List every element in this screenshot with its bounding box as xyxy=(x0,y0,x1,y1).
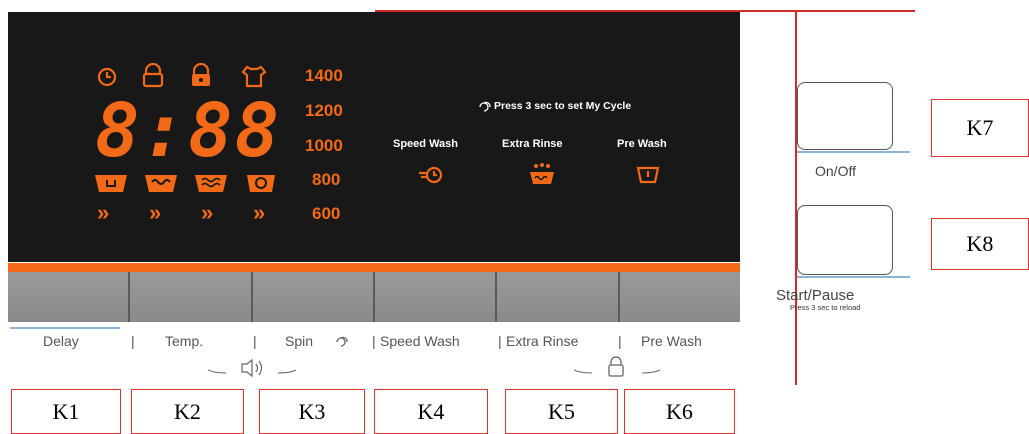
key-label-k7: K7 xyxy=(931,99,1029,157)
key-label-k3: K3 xyxy=(259,389,365,434)
arrow-icon: » xyxy=(149,200,162,225)
tub-hot-icon xyxy=(195,175,227,192)
sound-combo-hint xyxy=(208,358,297,378)
separator: | xyxy=(253,333,257,349)
separator: | xyxy=(372,333,376,349)
start-pause-button[interactable] xyxy=(797,205,893,275)
key-label-k6: K6 xyxy=(624,389,735,434)
key-label-k5: K5 xyxy=(505,389,618,434)
separator: | xyxy=(498,333,502,349)
child-lock-icon xyxy=(192,63,210,86)
label-pre-wash: Pre Wash xyxy=(641,333,702,349)
option-label-speed-wash: Speed Wash xyxy=(393,138,458,150)
lock-icon xyxy=(142,63,164,88)
child-lock-combo-hint xyxy=(574,356,661,377)
label-temp: Temp. xyxy=(165,333,204,349)
spin-speed-600: 600 xyxy=(312,204,341,223)
spin-speed-1200: 1200 xyxy=(305,101,343,120)
on-off-label: On/Off xyxy=(815,163,856,179)
tub-icon xyxy=(95,175,127,192)
label-extra-rinse: Extra Rinse xyxy=(506,333,579,349)
delay-button[interactable] xyxy=(8,272,129,322)
time-display: 8:88 xyxy=(95,94,281,168)
lock-small-icon xyxy=(608,356,624,377)
pre-wash-icon xyxy=(636,166,660,184)
temperature-icons xyxy=(95,175,275,192)
arrow-icon: » xyxy=(201,200,214,225)
frame-vertical-line xyxy=(795,12,797,385)
speed-wash-icon xyxy=(419,166,443,184)
on-off-underline xyxy=(797,151,910,153)
start-pause-underline xyxy=(797,276,910,278)
digit-display: 8:88 xyxy=(95,88,282,174)
accent-bar xyxy=(8,263,740,272)
option-label-pre-wash: Pre Wash xyxy=(617,138,667,150)
separator: | xyxy=(618,333,622,349)
key-label-k2: K2 xyxy=(131,389,244,434)
label-spin: Spin xyxy=(285,333,314,349)
label-delay: Delay xyxy=(43,333,79,349)
delay-underline xyxy=(10,327,120,329)
speed-wash-button[interactable] xyxy=(372,272,496,322)
start-pause-label: Start/Pause xyxy=(776,287,855,304)
pre-wash-button[interactable] xyxy=(617,272,740,322)
status-icons xyxy=(97,63,267,88)
separator: | xyxy=(131,333,135,349)
arrow-icon: » xyxy=(97,200,110,225)
spin-speed-1000: 1000 xyxy=(305,136,343,155)
key-label-k4: K4 xyxy=(374,389,488,434)
spin-drum-icon xyxy=(247,175,275,192)
button-strip xyxy=(8,272,740,322)
spin-speed-800: 800 xyxy=(312,170,341,189)
start-pause-note: Press 3 sec to reload xyxy=(790,303,861,312)
spin-button[interactable] xyxy=(250,272,373,322)
tub-wave-icon xyxy=(145,175,177,192)
option-label-extra-rinse: Extra Rinse xyxy=(502,138,563,150)
temp-button[interactable] xyxy=(128,272,251,322)
on-off-button[interactable] xyxy=(797,82,893,150)
extra-rinse-button[interactable] xyxy=(495,272,618,322)
extra-rinse-icon xyxy=(530,163,554,184)
clock-icon xyxy=(97,67,117,87)
key-label-k8: K8 xyxy=(931,218,1029,270)
my-cycle-small-icon xyxy=(336,336,348,347)
arrow-icon: » xyxy=(253,200,266,225)
shirt-icon xyxy=(241,65,267,88)
label-speed-wash: Speed Wash xyxy=(380,333,460,349)
key-label-k1: K1 xyxy=(11,389,121,434)
my-cycle-note: Press 3 sec to set My Cycle xyxy=(494,100,632,112)
speaker-icon xyxy=(241,358,263,378)
my-cycle-icon xyxy=(479,101,491,112)
spin-speed-1400: 1400 xyxy=(305,66,343,85)
